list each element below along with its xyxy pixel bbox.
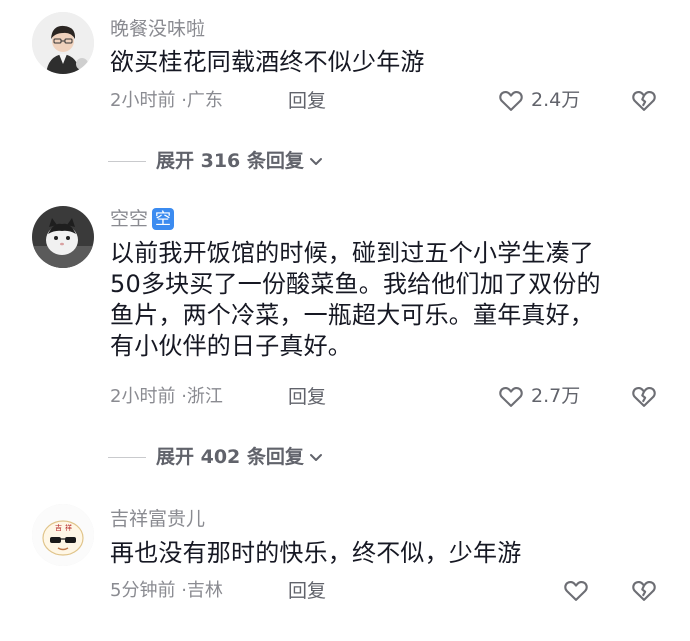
heart-outline-icon (499, 386, 523, 407)
chevron-down-icon (309, 454, 322, 461)
comment-location: 浙江 (186, 386, 223, 407)
dislike-button[interactable] (630, 86, 658, 118)
reply-button[interactable]: 回复 (288, 385, 326, 409)
heart-outline-icon (499, 90, 523, 111)
dislike-button[interactable] (630, 382, 658, 414)
comment-location: 广东 (186, 90, 223, 111)
broken-heart-icon (632, 580, 656, 601)
expand-replies-button[interactable]: 展开 402 条回复 (108, 445, 324, 469)
like-button[interactable]: 2.4万 (497, 86, 580, 114)
comment-text: 以前我开饭馆的时候，碰到过五个小学生凑了 50多块买了一份酸菜鱼。我给他们加了双… (110, 239, 601, 360)
user-badge: 空 (152, 208, 175, 230)
avatar-image (32, 206, 94, 268)
like-count: 2.4万 (531, 89, 581, 111)
comment-location: 吉林 (186, 580, 223, 601)
broken-heart-icon (632, 90, 656, 111)
chevron-down-icon (309, 158, 322, 165)
heart-outline-icon (564, 580, 588, 601)
comment-meta: 5分钟前 ·吉林 (110, 579, 223, 603)
expand-replies-button[interactable]: 展开 316 条回复 (108, 149, 324, 173)
expand-label: 展开 316 条回复 (156, 150, 304, 172)
comment-meta: 2小时前 ·广东 (110, 89, 223, 113)
comment-text: 再也没有那时的快乐，终不似，少年游 (110, 539, 522, 567)
expand-divider (108, 456, 146, 458)
avatar-image: 吉 祥 (32, 504, 94, 566)
avatar[interactable] (32, 206, 94, 268)
expand-divider (108, 160, 146, 162)
comment-item: 晚餐没味啦 欲买桂花同载酒终不似少年游 2小时前 ·广东 回复 2.4万 (0, 0, 690, 130)
username[interactable]: 空空空 (110, 207, 175, 231)
username-text: 空空 (110, 208, 149, 230)
avatar[interactable] (32, 12, 94, 74)
svg-text:吉: 吉 (55, 524, 62, 532)
comment-time: 2小时前 (110, 386, 176, 407)
broken-heart-icon (632, 386, 656, 407)
comment-item: 吉 祥 吉祥富贵儿 再也没有那时的快乐，终不似，少年游 5分钟前 ·吉林 回复 (0, 490, 690, 641)
like-button[interactable]: 2.7万 (497, 382, 580, 410)
comment-time: 2小时前 (110, 90, 176, 111)
avatar-image (32, 12, 94, 74)
like-button[interactable] (562, 576, 596, 604)
dislike-button[interactable] (630, 576, 658, 608)
expand-label: 展开 402 条回复 (156, 446, 304, 468)
like-count: 2.7万 (531, 385, 581, 407)
reply-button[interactable]: 回复 (288, 579, 326, 603)
reply-button[interactable]: 回复 (288, 89, 326, 113)
username[interactable]: 晚餐没味啦 (110, 17, 205, 41)
comment-item: 空空空 以前我开饭馆的时候，碰到过五个小学生凑了 50多块买了一份酸菜鱼。我给他… (0, 190, 690, 420)
avatar[interactable]: 吉 祥 (32, 504, 94, 566)
svg-text:祥: 祥 (65, 523, 72, 532)
username[interactable]: 吉祥富贵儿 (110, 507, 205, 531)
comment-meta: 2小时前 ·浙江 (110, 385, 223, 409)
comment-text: 欲买桂花同载酒终不似少年游 (110, 48, 425, 76)
comment-time: 5分钟前 (110, 580, 176, 601)
